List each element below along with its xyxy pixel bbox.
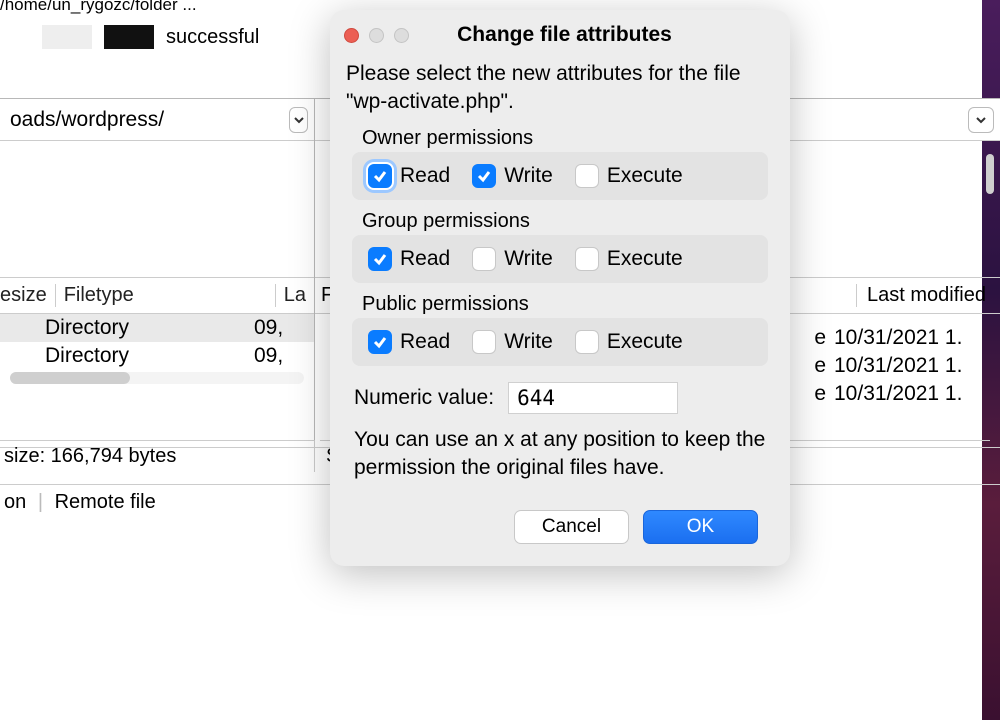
public-permissions-group: Read Write Execute	[352, 318, 768, 366]
dialog-titlebar: Change file attributes	[330, 10, 790, 54]
remote-path-dropdown[interactable]	[968, 107, 994, 133]
public-write-checkbox[interactable]: Write	[472, 330, 553, 354]
local-pane: esize Filetype La Directory 09, Director…	[0, 98, 315, 448]
legend: successful	[30, 25, 259, 49]
numeric-value-label: Numeric value:	[354, 386, 494, 410]
chevron-down-icon	[975, 114, 987, 126]
local-path-dropdown[interactable]	[289, 107, 308, 133]
ok-button[interactable]: OK	[643, 510, 758, 544]
owner-permissions-group: Read Write Execute	[352, 152, 768, 200]
dialog-description: Please select the new attributes for the…	[346, 60, 774, 117]
col-lastmodified[interactable]: La	[275, 284, 314, 307]
group-permissions-label: Group permissions	[362, 210, 774, 233]
status-remote: Remote file	[55, 491, 156, 513]
col-lastmodified[interactable]: Last modified	[856, 284, 996, 307]
owner-permissions-label: Owner permissions	[362, 127, 774, 150]
public-read-checkbox[interactable]: Read	[368, 330, 450, 354]
dialog-hint: You can use an x at any position to keep…	[346, 414, 774, 483]
dialog-title: Change file attributes	[353, 23, 776, 47]
group-execute-checkbox[interactable]: Execute	[575, 247, 683, 271]
col-filetype[interactable]: Filetype	[55, 284, 275, 307]
col-filesize[interactable]: esize	[0, 284, 55, 307]
list-item[interactable]: Directory 09,	[0, 314, 314, 342]
cancel-button[interactable]: Cancel	[514, 510, 629, 544]
group-read-checkbox[interactable]: Read	[368, 247, 450, 271]
numeric-value-input[interactable]	[508, 382, 678, 414]
local-columns-header: esize Filetype La	[0, 277, 314, 314]
chevron-down-icon	[293, 114, 305, 126]
owner-execute-checkbox[interactable]: Execute	[575, 164, 683, 188]
scrollbar-horizontal[interactable]	[10, 372, 304, 384]
public-permissions-label: Public permissions	[362, 293, 774, 316]
local-path-input[interactable]	[6, 105, 285, 135]
public-execute-checkbox[interactable]: Execute	[575, 330, 683, 354]
remote-path-text: /home/un_rygozc/folder ...	[0, 0, 197, 15]
scrollbar-vertical[interactable]	[986, 154, 994, 194]
local-rows: Directory 09, Directory 09,	[0, 314, 314, 370]
legend-swatch-light	[42, 25, 92, 49]
owner-read-checkbox[interactable]: Read	[368, 164, 450, 188]
group-permissions-group: Read Write Execute	[352, 235, 768, 283]
legend-label: successful	[166, 26, 259, 49]
owner-write-checkbox[interactable]: Write	[472, 164, 553, 188]
local-footer-status: size: 166,794 bytes	[0, 440, 315, 472]
group-write-checkbox[interactable]: Write	[472, 247, 553, 271]
list-item[interactable]: Directory 09,	[0, 342, 314, 370]
legend-swatch-dark	[104, 25, 154, 49]
status-on: on	[4, 491, 26, 513]
change-file-attributes-dialog: Change file attributes Please select the…	[330, 10, 790, 566]
